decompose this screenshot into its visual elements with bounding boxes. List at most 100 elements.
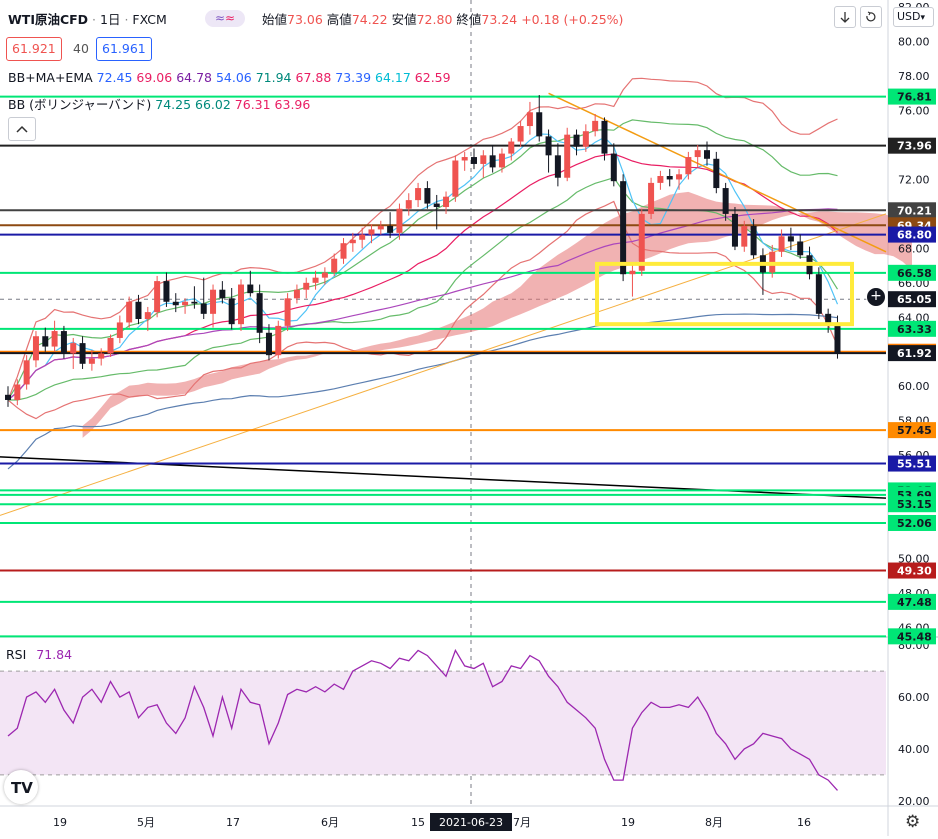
candle-body	[778, 236, 785, 252]
candle-body	[98, 353, 105, 359]
indicator-value: 76.31	[230, 97, 271, 112]
rsi-legend[interactable]: RSI 71.84	[6, 647, 72, 662]
candle-body	[573, 134, 580, 147]
market-status-icon[interactable]: ≈≈	[205, 10, 245, 27]
rsi-value: 71.84	[36, 647, 73, 662]
price-tick-label: 78.00	[898, 70, 930, 83]
indicator-value: 74.25	[155, 97, 192, 112]
candle-body	[247, 284, 254, 294]
candle-body	[172, 301, 179, 306]
candle-body	[368, 229, 375, 235]
level-price-label: 52.06	[897, 517, 932, 530]
candle-body	[554, 155, 561, 178]
indicator-value: 63.96	[270, 97, 311, 112]
candle-body	[396, 208, 403, 233]
level-price-label: 53.15	[897, 498, 932, 511]
crosshair-plus-icon[interactable]: +	[866, 287, 886, 307]
time-tick-label: 7月	[513, 816, 531, 829]
candle-body	[238, 284, 244, 325]
candle-body	[582, 131, 589, 147]
level-price-label: 73.96	[897, 140, 932, 153]
candle-body	[256, 293, 263, 333]
chevron-down-icon: ▾	[920, 13, 926, 23]
ask-box[interactable]: 61.961	[96, 37, 152, 61]
close-value: 73.24	[481, 12, 518, 27]
candle-body	[14, 384, 21, 400]
bid-value: 61.921	[12, 41, 56, 56]
candle-body	[340, 243, 347, 259]
high-value: 74.22	[351, 12, 388, 27]
level-price-label: 57.45	[897, 424, 932, 437]
candle-body	[331, 258, 338, 273]
candle-body	[536, 112, 543, 137]
candle-body	[461, 157, 468, 161]
candle-body	[610, 153, 617, 182]
scroll-down-icon[interactable]	[834, 6, 856, 28]
close-label: 終値	[456, 12, 482, 27]
candle-body	[377, 225, 384, 230]
candle-body	[126, 301, 133, 323]
candle-body	[210, 289, 217, 314]
candle-body	[163, 281, 170, 302]
candle-body	[70, 343, 77, 354]
candle-body	[797, 241, 804, 256]
candle-body	[685, 157, 692, 175]
candle-body	[620, 181, 627, 275]
candle-body	[545, 136, 552, 156]
candle-body	[405, 200, 412, 209]
candle-body	[228, 298, 235, 325]
candle-body	[787, 236, 794, 242]
candle-body	[722, 188, 729, 214]
indicator-values: 74.25 66.02 76.31 63.96	[155, 97, 310, 112]
low-label: 安値	[391, 12, 417, 27]
indicator-value: 62.59	[410, 70, 451, 85]
candle-body	[713, 158, 720, 189]
candle-body	[750, 225, 757, 256]
indicator-bbmaema[interactable]: BB+MA+EMA 72.45 69.06 64.78 54.06 71.94 …	[8, 70, 451, 85]
level-price-label: 47.48	[897, 596, 932, 609]
level-price-label: 45.48	[897, 630, 932, 643]
candle-body	[731, 213, 738, 247]
currency-select[interactable]: USD▾	[893, 7, 934, 27]
candle-body	[312, 277, 319, 283]
symbol-header[interactable]: WTI原油CFD · 1日 · FXCM	[8, 9, 167, 28]
time-tick-label: 19	[621, 816, 635, 829]
rsi-name: RSI	[6, 647, 27, 662]
fullscreen-icon[interactable]	[860, 6, 882, 28]
price-tick-label: 68.00	[898, 242, 930, 255]
candle-body	[321, 272, 328, 278]
candle-body	[265, 332, 272, 356]
rsi-tick-label: 20.00	[898, 795, 930, 808]
candle-body	[88, 358, 95, 364]
date-crosshair-label: 2021-06-23	[439, 816, 503, 829]
ohlc-readout: 始値73.06 高値74.22 安値72.80 終値73.24 +0.18 (+…	[262, 9, 623, 28]
time-tick-label: 19	[53, 816, 67, 829]
indicator-name: BB+MA+EMA	[8, 70, 93, 85]
high-label: 高値	[326, 12, 352, 27]
candle-body	[42, 336, 49, 347]
tradingview-logo[interactable]: TV	[4, 770, 38, 804]
candle-body	[601, 120, 608, 154]
source-label: FXCM	[132, 12, 167, 27]
candle-body	[834, 324, 841, 354]
level-price-label: 68.80	[897, 229, 932, 242]
settings-icon[interactable]: ⚙	[905, 813, 923, 831]
open-value: 73.06	[287, 12, 323, 27]
time-tick-label: 15	[411, 816, 425, 829]
indicator-value: 72.45	[96, 70, 133, 85]
chart-area[interactable]: 80.0060.0040.0020.00 82.0080.0078.0076.0…	[0, 0, 938, 836]
indicator-values: 72.45 69.06 64.78 54.06 71.94 67.88 73.3…	[97, 70, 451, 85]
candle-body	[471, 157, 477, 164]
indicator-value: 69.06	[132, 70, 173, 85]
price-chart-svg[interactable]: 80.0060.0040.0020.00 82.0080.0078.0076.0…	[0, 0, 938, 836]
candle-body	[815, 274, 822, 314]
header-separator: ·	[124, 12, 129, 27]
indicator-bb[interactable]: BB (ボリンジャーバンド) 74.25 66.02 76.31 63.96	[8, 94, 310, 113]
candle-body	[275, 325, 282, 356]
level-price-label: 70.21	[897, 204, 932, 217]
candle-body	[154, 281, 161, 313]
bid-box[interactable]: 61.921	[6, 37, 62, 61]
candle-body	[741, 225, 748, 247]
candle-body	[303, 282, 310, 290]
collapse-icon[interactable]	[8, 117, 36, 141]
